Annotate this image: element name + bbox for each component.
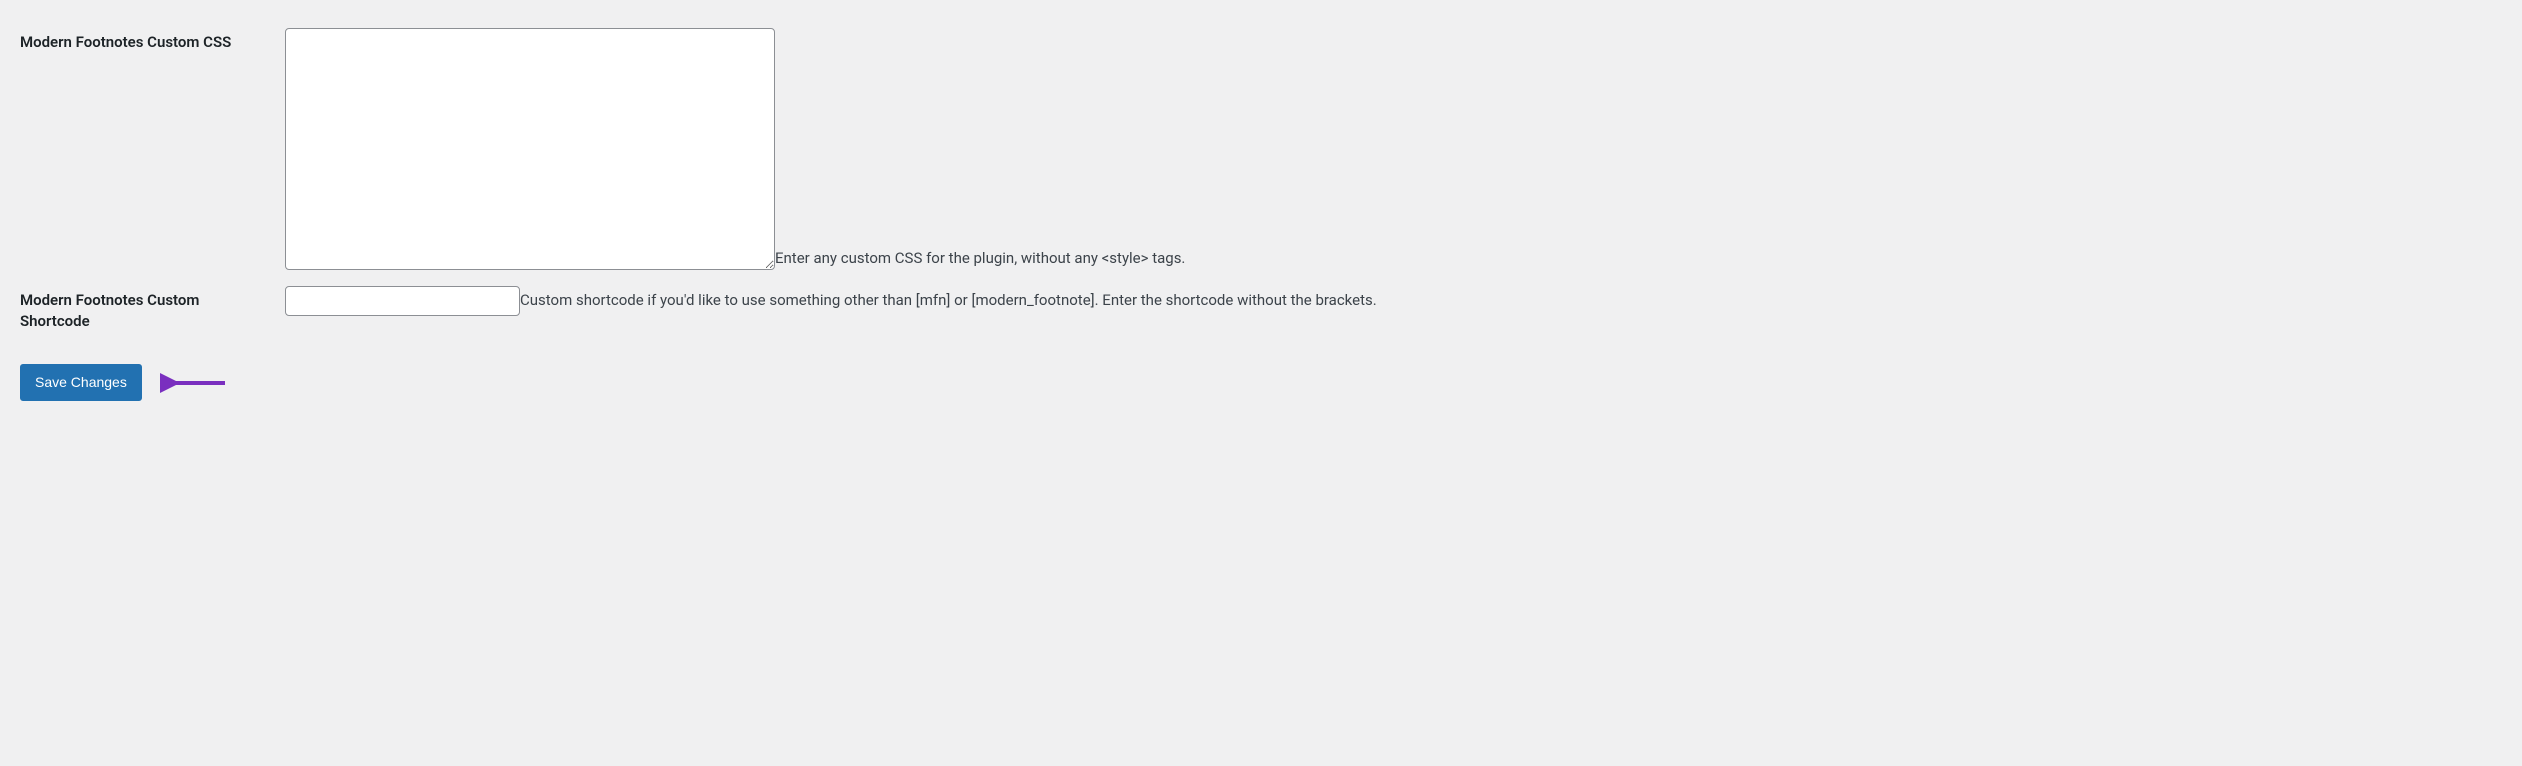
submit-row: Save Changes: [20, 344, 2502, 401]
custom-shortcode-description: Custom shortcode if you'd like to use so…: [520, 291, 1377, 309]
custom-shortcode-cell: Custom shortcode if you'd like to use so…: [275, 278, 2502, 344]
save-button[interactable]: Save Changes: [20, 364, 142, 401]
setting-row-custom-shortcode: Modern Footnotes Custom Shortcode Custom…: [20, 278, 2502, 344]
custom-css-textarea[interactable]: [285, 28, 775, 270]
custom-css-description: Enter any custom CSS for the plugin, wit…: [775, 249, 1185, 267]
setting-row-custom-css: Modern Footnotes Custom CSS Enter any cu…: [20, 20, 2502, 278]
custom-shortcode-input[interactable]: [285, 286, 520, 316]
custom-css-cell: Enter any custom CSS for the plugin, wit…: [275, 20, 2502, 278]
custom-css-label: Modern Footnotes Custom CSS: [20, 33, 231, 51]
settings-table: Modern Footnotes Custom CSS Enter any cu…: [20, 20, 2502, 344]
arrow-annotation-icon: [160, 370, 230, 396]
custom-shortcode-label: Modern Footnotes Custom Shortcode: [20, 291, 199, 330]
